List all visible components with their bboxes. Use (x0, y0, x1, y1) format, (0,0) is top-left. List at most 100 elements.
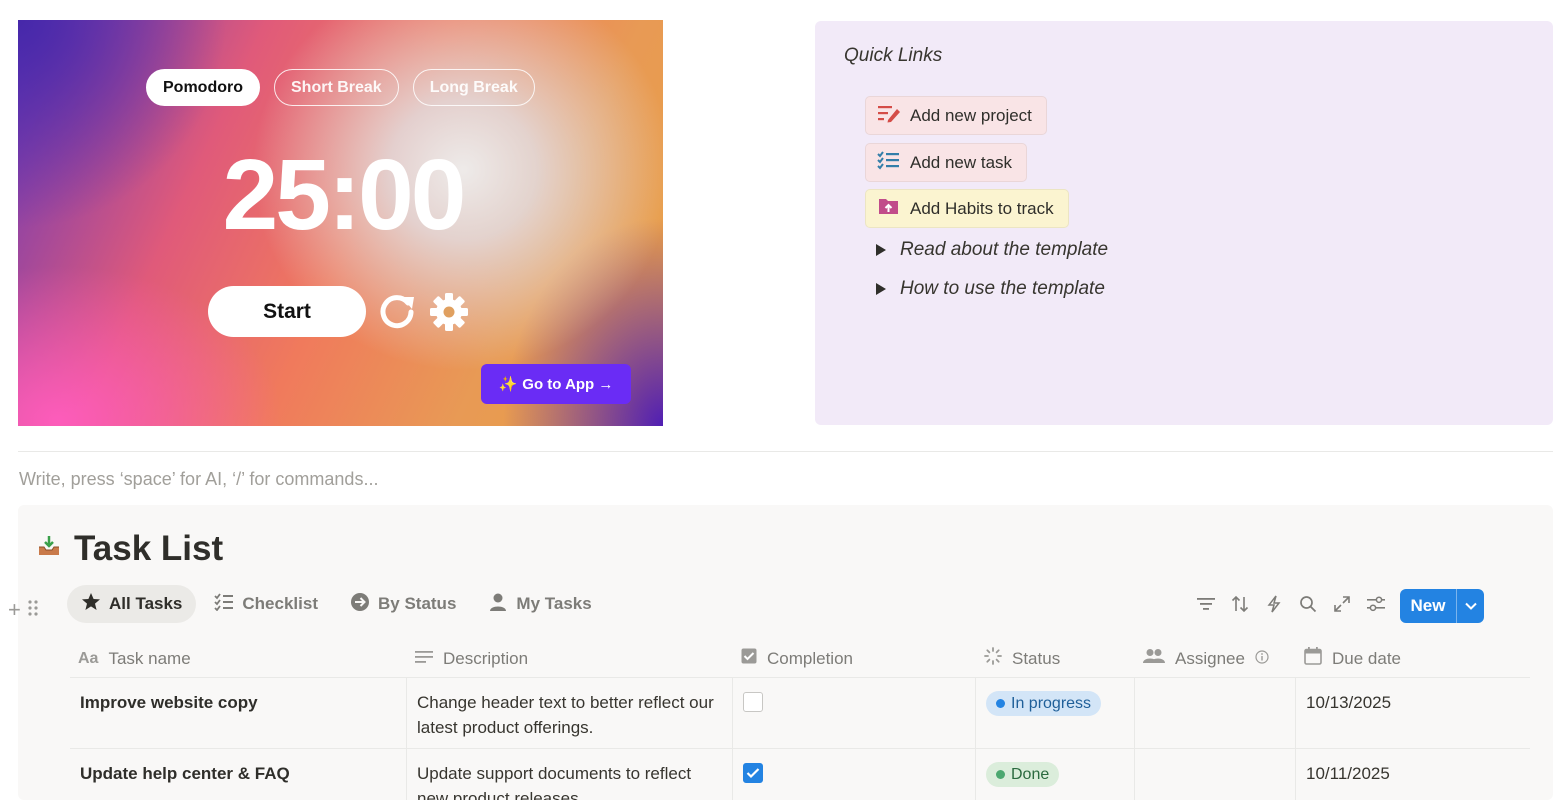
filter-icon[interactable] (1196, 594, 1216, 614)
pomodoro-mode-tabs: Pomodoro Short Break Long Break (146, 69, 535, 106)
search-icon[interactable] (1298, 594, 1318, 614)
view-label: My Tasks (516, 594, 592, 613)
checklist-icon (877, 150, 901, 175)
expand-icon[interactable] (1332, 594, 1352, 614)
toggle-label: Read about the template (900, 239, 1109, 260)
status-dot (996, 699, 1005, 708)
star-icon (81, 592, 101, 617)
column-header-assignee[interactable]: Assignee (1135, 640, 1296, 677)
status-badge: In progress (986, 691, 1102, 716)
column-header-completion[interactable]: Completion (733, 640, 976, 677)
go-to-app-label: Go to App → (522, 375, 614, 393)
triangle-right-icon (876, 283, 886, 295)
quick-links-title: Quick Links (844, 45, 943, 66)
due-date-cell[interactable]: 10/13/2025 (1296, 678, 1518, 748)
view-all-tasks[interactable]: All Tasks (67, 585, 197, 623)
toggle-label: How to use the template (900, 278, 1105, 299)
gear-icon[interactable] (428, 291, 470, 333)
task-name-cell[interactable]: Update help center & FAQ (70, 749, 407, 800)
column-label: Description (443, 648, 529, 668)
task-list-database: Task List + All Tasks Checklist By Statu… (8, 505, 1553, 800)
column-label: Completion (767, 648, 853, 668)
tab-pomodoro[interactable]: Pomodoro (146, 69, 260, 106)
people-icon (1143, 648, 1165, 669)
lightning-icon[interactable] (1264, 594, 1284, 614)
triangle-right-icon (876, 244, 886, 256)
column-label: Assignee (1175, 648, 1245, 668)
quick-links-callout: Quick Links Add new project Add new task (815, 21, 1553, 425)
start-button[interactable]: Start (208, 286, 366, 337)
add-habits-button[interactable]: Add Habits to track (865, 189, 1069, 228)
tab-long-break[interactable]: Long Break (412, 69, 535, 106)
toggle-read-about-template[interactable]: Read about the template (876, 239, 1108, 261)
completion-checkbox[interactable] (743, 763, 763, 783)
description-line: Update support documents to reflect (417, 764, 692, 783)
column-header-status[interactable]: Status (976, 640, 1135, 677)
status-label: Done (1011, 766, 1050, 783)
sort-icon[interactable] (1230, 594, 1250, 614)
status-badge: Done (986, 762, 1060, 787)
new-button-label: New (1410, 596, 1446, 615)
status-label: In progress (1011, 695, 1092, 712)
description-line: Change header text to better reflect our (417, 693, 714, 712)
new-button[interactable]: New (1400, 589, 1484, 623)
view-label: All Tasks (109, 594, 183, 613)
text-lines-icon (415, 649, 433, 669)
info-icon[interactable] (1255, 649, 1269, 669)
description-cell[interactable]: Update support documents to reflect new … (407, 749, 733, 800)
arrow-circle-icon (350, 592, 370, 617)
task-table: Aa Task name Description Completion Stat… (70, 640, 1530, 800)
add-new-task-button[interactable]: Add new task (865, 143, 1028, 182)
view-by-status[interactable]: By Status (336, 585, 470, 623)
database-views: All Tasks Checklist By Status My Tasks (67, 585, 606, 623)
status-cell[interactable]: In progress (976, 678, 1135, 748)
toggle-how-to-use-template[interactable]: How to use the template (876, 278, 1105, 300)
text-property-icon: Aa (78, 649, 99, 667)
due-date-cell[interactable]: 10/11/2025 (1296, 749, 1518, 800)
drag-handle-icon[interactable] (27, 597, 39, 623)
column-header-description[interactable]: Description (407, 640, 733, 677)
inbox-tray-icon (38, 535, 60, 562)
description-line: latest product offerings. (417, 718, 594, 737)
completion-checkbox[interactable] (743, 692, 763, 712)
completion-cell (733, 678, 976, 748)
reset-icon[interactable] (376, 291, 418, 333)
assignee-cell[interactable] (1135, 678, 1296, 748)
settings-sliders-icon[interactable] (1366, 594, 1386, 614)
column-label: Due date (1332, 648, 1401, 668)
column-header-task-name[interactable]: Aa Task name (70, 640, 407, 677)
task-name-cell[interactable]: Improve website copy (70, 678, 407, 748)
tab-short-break[interactable]: Short Break (274, 69, 399, 106)
view-label: Checklist (242, 594, 318, 613)
folder-upload-icon (877, 196, 901, 221)
timer-controls: Start (208, 286, 470, 337)
editor-placeholder[interactable]: Write, press ‘space’ for AI, ‘/’ for com… (19, 469, 378, 490)
status-cell[interactable]: Done (976, 749, 1135, 800)
completion-cell (733, 749, 976, 800)
column-header-due-date[interactable]: Due date (1296, 640, 1518, 677)
add-new-project-label: Add new project (910, 105, 1032, 125)
table-row[interactable]: Update help center & FAQ Update support … (70, 749, 1530, 800)
calendar-icon (1304, 647, 1322, 670)
chevron-down-icon[interactable] (1457, 602, 1484, 610)
assignee-cell[interactable] (1135, 749, 1296, 800)
add-new-project-button[interactable]: Add new project (865, 96, 1047, 135)
table-row[interactable]: Improve website copy Change header text … (70, 678, 1530, 749)
go-to-app-button[interactable]: ✨ Go to App → (481, 364, 631, 404)
view-label: By Status (377, 594, 457, 613)
description-line: new product releases (417, 789, 579, 800)
pomodoro-widget: Pomodoro Short Break Long Break 25:00 St… (18, 20, 663, 426)
timer-display: 25:00 (222, 139, 467, 251)
plus-icon[interactable]: + (8, 597, 21, 623)
block-handle[interactable]: + (8, 597, 39, 623)
status-dot (996, 770, 1005, 779)
divider (18, 451, 1553, 452)
add-habits-label: Add Habits to track (910, 198, 1054, 218)
description-cell[interactable]: Change header text to better reflect our… (407, 678, 733, 748)
database-toolbar (1196, 594, 1386, 614)
column-label: Status (1012, 648, 1061, 668)
sparkle-icon: ✨ (498, 376, 518, 393)
view-my-tasks[interactable]: My Tasks (474, 585, 605, 623)
view-checklist[interactable]: Checklist (200, 585, 332, 623)
status-spinner-icon (984, 647, 1002, 670)
